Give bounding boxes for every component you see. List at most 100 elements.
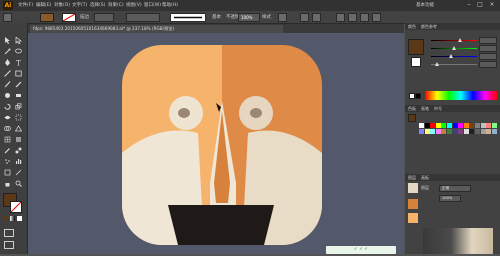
type-tool-icon[interactable]: T xyxy=(15,59,22,68)
right-pupil[interactable] xyxy=(250,108,262,118)
gradient-mode-button[interactable] xyxy=(10,216,15,221)
swatch[interactable] xyxy=(458,123,464,128)
stroke-color-box[interactable] xyxy=(10,201,22,213)
direct-selection-tool-icon[interactable] xyxy=(15,36,22,45)
perspective-grid-tool-icon[interactable] xyxy=(14,125,23,132)
menu-help[interactable]: 帮助(H) xyxy=(162,2,178,8)
swatch[interactable] xyxy=(486,123,492,128)
blend-tool-icon[interactable] xyxy=(15,147,22,154)
fill-swatch[interactable] xyxy=(40,13,54,22)
close-icon[interactable]: × xyxy=(489,2,495,8)
swatch-current-fill[interactable] xyxy=(408,114,416,122)
blob-brush-tool-icon[interactable] xyxy=(4,92,11,99)
swatch[interactable] xyxy=(452,123,458,128)
menu-window[interactable]: 窗口(W) xyxy=(144,2,161,8)
align-icon[interactable] xyxy=(336,13,345,22)
document-setup-icon[interactable] xyxy=(300,13,309,22)
left-pupil[interactable] xyxy=(178,108,190,118)
selection-tool-icon[interactable] xyxy=(4,37,11,44)
menu-view[interactable]: 视图(V) xyxy=(126,2,142,8)
swatch[interactable] xyxy=(419,123,424,128)
swatch[interactable] xyxy=(447,123,452,128)
artboard-tool-icon[interactable] xyxy=(4,169,11,176)
pencil-tool-icon[interactable] xyxy=(15,81,22,88)
menu-effect[interactable]: 效果(C) xyxy=(108,2,124,8)
paintbrush-tool-icon[interactable] xyxy=(4,81,11,88)
menu-file[interactable]: 文件(F) xyxy=(18,2,33,8)
swatch[interactable] xyxy=(475,123,480,128)
red-value-field[interactable] xyxy=(479,37,497,44)
zoom-tool-icon[interactable] xyxy=(15,180,22,187)
red-slider-thumb[interactable] xyxy=(458,38,463,42)
swatch[interactable] xyxy=(435,123,441,128)
shape-builder-tool-icon[interactable] xyxy=(4,125,11,132)
variable-width-profile[interactable] xyxy=(126,13,160,22)
menu-object[interactable]: 对象(O) xyxy=(54,2,70,8)
swatch[interactable] xyxy=(441,123,447,128)
color-panel-stroke[interactable] xyxy=(411,57,421,67)
gradient-tool-icon[interactable] xyxy=(15,136,22,143)
swatch[interactable] xyxy=(424,123,430,128)
preferences-icon[interactable] xyxy=(312,13,321,22)
tab-color-guide[interactable]: 颜色参考 xyxy=(421,24,437,30)
draw-normal-icon[interactable] xyxy=(4,229,14,237)
tab-brushes[interactable]: 画笔 xyxy=(421,106,429,112)
slice-tool-icon[interactable] xyxy=(15,169,22,176)
swatch[interactable] xyxy=(480,123,486,128)
free-transform-tool-icon[interactable] xyxy=(15,114,22,121)
none-mode-button[interactable] xyxy=(17,216,22,221)
minimize-icon[interactable]: – xyxy=(466,2,472,8)
rotate-tool-icon[interactable] xyxy=(4,103,11,110)
swatch[interactable] xyxy=(441,129,447,134)
color-panel-fill[interactable] xyxy=(408,39,424,55)
brush-stroke-preview[interactable] xyxy=(170,13,206,22)
swatch[interactable] xyxy=(463,129,469,134)
document-tab[interactable]: fdps: 9885403 20150605101634669083.ai* @… xyxy=(30,25,283,33)
swatch[interactable] xyxy=(469,123,475,128)
red-slider[interactable] xyxy=(431,37,497,44)
swatch[interactable] xyxy=(469,129,475,134)
tab-swatches[interactable]: 色板 xyxy=(408,106,416,112)
blend-mode-dropdown[interactable]: 正常 xyxy=(439,185,471,192)
mesh-tool-icon[interactable] xyxy=(4,136,11,143)
pen-tool-icon[interactable] xyxy=(4,59,11,66)
maximize-icon[interactable]: □ xyxy=(477,2,483,8)
swatch[interactable] xyxy=(430,123,436,128)
scale-tool-icon[interactable] xyxy=(15,103,22,110)
app-icon[interactable] xyxy=(122,45,322,245)
layer-opacity-field[interactable]: 100% xyxy=(439,195,461,202)
isolate-icon[interactable] xyxy=(372,13,381,22)
swatch[interactable] xyxy=(419,129,424,134)
magic-wand-tool-icon[interactable] xyxy=(4,48,11,55)
green-slider-thumb[interactable] xyxy=(452,46,457,50)
tab-artboards[interactable]: 画板 xyxy=(421,175,429,181)
black-chip[interactable] xyxy=(415,93,421,99)
green-value-field[interactable] xyxy=(479,45,497,52)
menu-edit[interactable]: 编辑(E) xyxy=(36,2,51,8)
green-slider[interactable] xyxy=(431,45,497,52)
opacity-field[interactable]: 100% xyxy=(238,13,260,22)
stroke-width-field[interactable] xyxy=(94,13,114,22)
blue-value-field[interactable] xyxy=(479,53,497,60)
swatch[interactable] xyxy=(486,129,492,134)
workspace-switcher[interactable]: 基本功能 xyxy=(416,2,434,8)
swatch[interactable] xyxy=(435,129,441,134)
line-tool-icon[interactable] xyxy=(4,70,11,77)
graphic-style-swatch[interactable] xyxy=(278,13,287,22)
menu-select[interactable]: 选择(S) xyxy=(90,2,105,8)
tab-symbols[interactable]: 符号 xyxy=(434,106,442,112)
tab-layers[interactable]: 图层 xyxy=(408,175,416,181)
rectangle-tool-icon[interactable] xyxy=(15,70,22,77)
blue-slider-thumb[interactable] xyxy=(448,54,453,58)
swatch[interactable] xyxy=(463,123,469,128)
eraser-tool-icon[interactable] xyxy=(15,92,22,99)
eyedropper-tool-icon[interactable] xyxy=(4,147,11,154)
swatch[interactable] xyxy=(447,129,452,134)
tab-color[interactable]: 颜色 xyxy=(408,24,416,30)
swatch[interactable] xyxy=(480,129,486,134)
stroke-swatch[interactable] xyxy=(62,13,76,22)
blue-slider[interactable] xyxy=(431,53,497,60)
transform-icon[interactable] xyxy=(348,13,357,22)
column-graph-tool-icon[interactable] xyxy=(15,158,22,165)
lasso-tool-icon[interactable] xyxy=(15,48,22,55)
